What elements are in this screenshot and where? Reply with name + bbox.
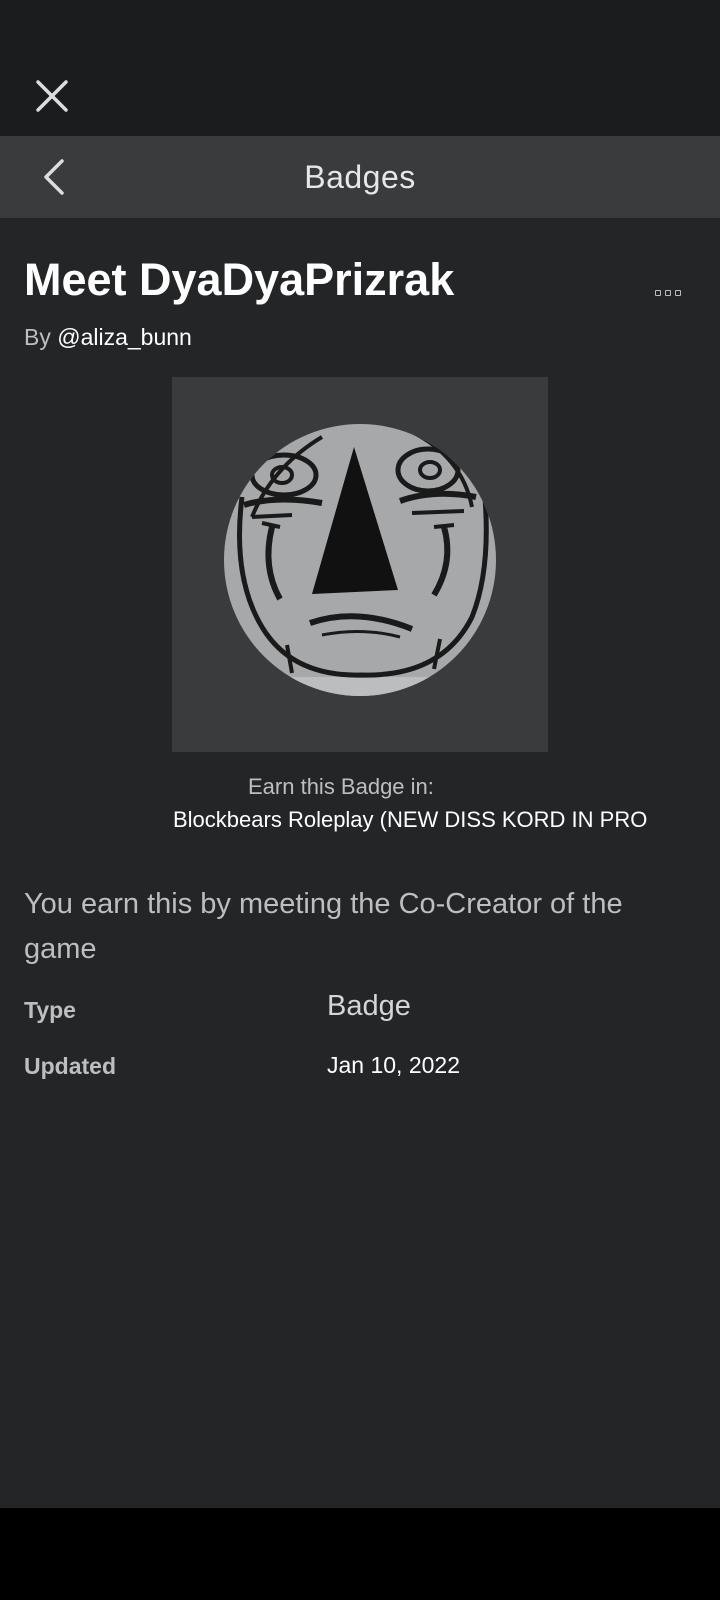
close-button[interactable] (28, 72, 76, 120)
type-value: Badge (327, 990, 411, 1022)
nav-bar: Badges (0, 136, 720, 218)
nav-title: Badges (304, 159, 416, 195)
chevron-left-icon (44, 159, 64, 195)
badge-description: You earn this by meeting the Co-Creator … (24, 888, 623, 965)
creator-line: By @aliza_bunn (24, 324, 192, 351)
type-label: Type (24, 997, 76, 1023)
earn-game-link[interactable]: Blockbears Roleplay (NEW DISS KORD IN PR… (173, 807, 647, 833)
earn-label: Earn this Badge in: (248, 774, 434, 799)
more-options-dot (675, 290, 681, 296)
more-options-dot (665, 290, 671, 296)
system-nav-bar (0, 1508, 720, 1600)
more-options-button[interactable] (644, 280, 692, 306)
more-options-icon (655, 290, 661, 296)
badge-thumbnail (172, 377, 548, 752)
updated-value: Jan 10, 2022 (327, 1052, 461, 1078)
badge-title: Meet DyaDyaPrizrak (24, 254, 455, 305)
back-button[interactable] (30, 153, 78, 201)
close-icon (36, 80, 68, 112)
updated-label: Updated (24, 1053, 116, 1079)
creator-link[interactable]: @aliza_bunn (57, 324, 192, 350)
by-prefix: By (24, 324, 51, 350)
top-bar (0, 0, 720, 136)
badge-face-image (224, 424, 496, 696)
